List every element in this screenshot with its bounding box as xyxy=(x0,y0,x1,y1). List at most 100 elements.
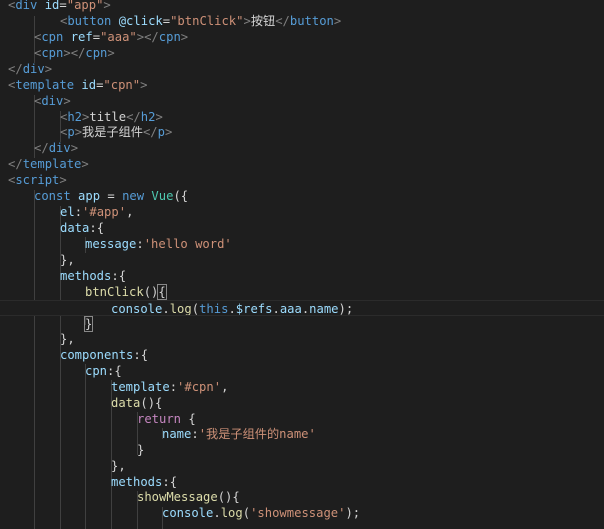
code-token: el xyxy=(60,205,75,219)
code-line[interactable]: el:'#app', xyxy=(0,204,604,220)
code-token: '我是子组件的name' xyxy=(198,427,316,441)
code-token: . xyxy=(213,506,221,520)
code-token: cpn xyxy=(158,30,181,44)
code-line[interactable]: <h2>title</h2> xyxy=(0,109,604,125)
code-text: </template> xyxy=(8,156,89,172)
code-line[interactable]: } xyxy=(0,442,604,458)
code-line[interactable]: <button @click="btnClick">按钮</button> xyxy=(0,13,604,29)
code-line[interactable]: template:'#cpn', xyxy=(0,379,604,395)
code-editor[interactable]: <div id="app"> <button @click="btnClick">… xyxy=(0,0,604,529)
code-token: methods xyxy=(60,269,112,283)
matched-bracket: } xyxy=(83,316,94,332)
code-line[interactable]: data:{ xyxy=(0,220,604,236)
code-token: ( xyxy=(191,302,200,316)
code-text: <cpn ref="aaa"></cpn> xyxy=(34,29,188,45)
code-line[interactable]: showMessage(){ xyxy=(0,489,604,505)
code-token: cpn xyxy=(41,30,64,44)
code-line[interactable]: methods:{ xyxy=(0,474,604,490)
code-line[interactable]: methods:{ xyxy=(0,268,604,284)
code-text: <script> xyxy=(8,172,67,188)
code-text: methods:{ xyxy=(60,268,126,284)
code-token: cpn xyxy=(85,364,108,378)
code-line[interactable]: message:'hello word' xyxy=(0,236,604,252)
code-line[interactable]: </div> xyxy=(0,140,604,156)
code-token: @click xyxy=(118,14,163,28)
code-token: = xyxy=(100,189,123,203)
code-token: : xyxy=(191,427,199,441)
code-text: </div> xyxy=(8,61,52,77)
code-token: </ xyxy=(142,125,158,139)
code-token: div xyxy=(48,141,71,155)
code-line[interactable]: btnClick(){ xyxy=(0,284,604,300)
code-token: p xyxy=(67,125,75,139)
code-line[interactable]: <div id="app"> xyxy=(0,0,604,13)
code-text: console.log(this.$refs.aaa.name); xyxy=(111,301,353,316)
code-text: btnClick(){ xyxy=(85,284,167,300)
code-token: :{ xyxy=(111,269,127,283)
code-line[interactable]: console.log(this.$refs.aaa.name); xyxy=(0,300,604,316)
code-text: }, xyxy=(60,252,75,268)
code-token: 'showmessage' xyxy=(250,506,346,520)
code-token: (){ xyxy=(140,396,163,410)
code-token: 按钮 xyxy=(250,14,276,28)
code-token: = xyxy=(162,14,171,28)
code-token: div xyxy=(41,94,64,108)
code-token: (){ xyxy=(217,490,240,504)
code-text: name:'我是子组件的name' xyxy=(162,426,316,442)
code-line[interactable]: }, xyxy=(0,252,604,268)
code-token: showMessage xyxy=(137,490,218,504)
code-line[interactable]: <cpn></cpn> xyxy=(0,45,604,61)
code-token: "btnClick" xyxy=(170,14,244,28)
code-line[interactable]: <template id="cpn"> xyxy=(0,77,604,93)
code-line[interactable]: }, xyxy=(0,458,604,474)
code-token: div xyxy=(22,62,45,76)
code-token: p xyxy=(157,125,165,139)
code-text: <h2>title</h2> xyxy=(60,109,163,125)
code-line[interactable]: <p>我是子组件</p> xyxy=(0,124,604,140)
code-line[interactable]: cpn:{ xyxy=(0,363,604,379)
code-token: id xyxy=(81,78,97,92)
code-text: <p>我是子组件</p> xyxy=(60,124,172,140)
code-line[interactable]: name:'我是子组件的name' xyxy=(0,426,604,442)
code-token: . xyxy=(162,302,170,316)
code-token: template xyxy=(15,78,75,92)
code-token: > xyxy=(155,110,163,124)
code-text: </div> xyxy=(34,140,78,156)
code-line[interactable]: components:{ xyxy=(0,347,604,363)
code-token: '#app' xyxy=(82,205,127,219)
code-line[interactable]: }, xyxy=(0,331,604,347)
code-token: "app" xyxy=(66,0,104,12)
code-token: h2 xyxy=(67,110,83,124)
code-token: > xyxy=(70,141,79,155)
code-token: : xyxy=(74,205,83,219)
code-token: ({ xyxy=(173,189,189,203)
code-token: console xyxy=(111,302,163,316)
code-line[interactable]: const app = new Vue({ xyxy=(0,188,604,204)
code-line[interactable]: <cpn ref="aaa"></cpn> xyxy=(0,29,604,45)
code-line[interactable]: <script> xyxy=(0,172,604,188)
code-line[interactable]: </div> xyxy=(0,61,604,77)
code-line[interactable]: } xyxy=(0,316,604,332)
code-token: name xyxy=(309,302,339,316)
code-token: new xyxy=(122,189,145,203)
code-line[interactable]: </template> xyxy=(0,156,604,172)
code-token: , xyxy=(221,380,229,394)
code-token: methods xyxy=(111,475,163,489)
code-line[interactable]: return { xyxy=(0,411,604,427)
code-line[interactable]: <div> xyxy=(0,93,604,109)
code-text: <div> xyxy=(34,93,71,109)
code-token: }, xyxy=(60,253,75,267)
code-token: '#cpn' xyxy=(177,380,222,394)
code-token: { xyxy=(181,412,196,426)
code-line[interactable]: console.log('showmessage'); xyxy=(0,505,604,521)
code-line[interactable]: data(){ xyxy=(0,395,604,411)
code-token: "cpn" xyxy=(103,78,141,92)
code-token: title xyxy=(89,110,127,124)
code-token: () xyxy=(143,285,159,299)
code-token: } xyxy=(137,443,145,457)
code-token: > xyxy=(44,62,53,76)
